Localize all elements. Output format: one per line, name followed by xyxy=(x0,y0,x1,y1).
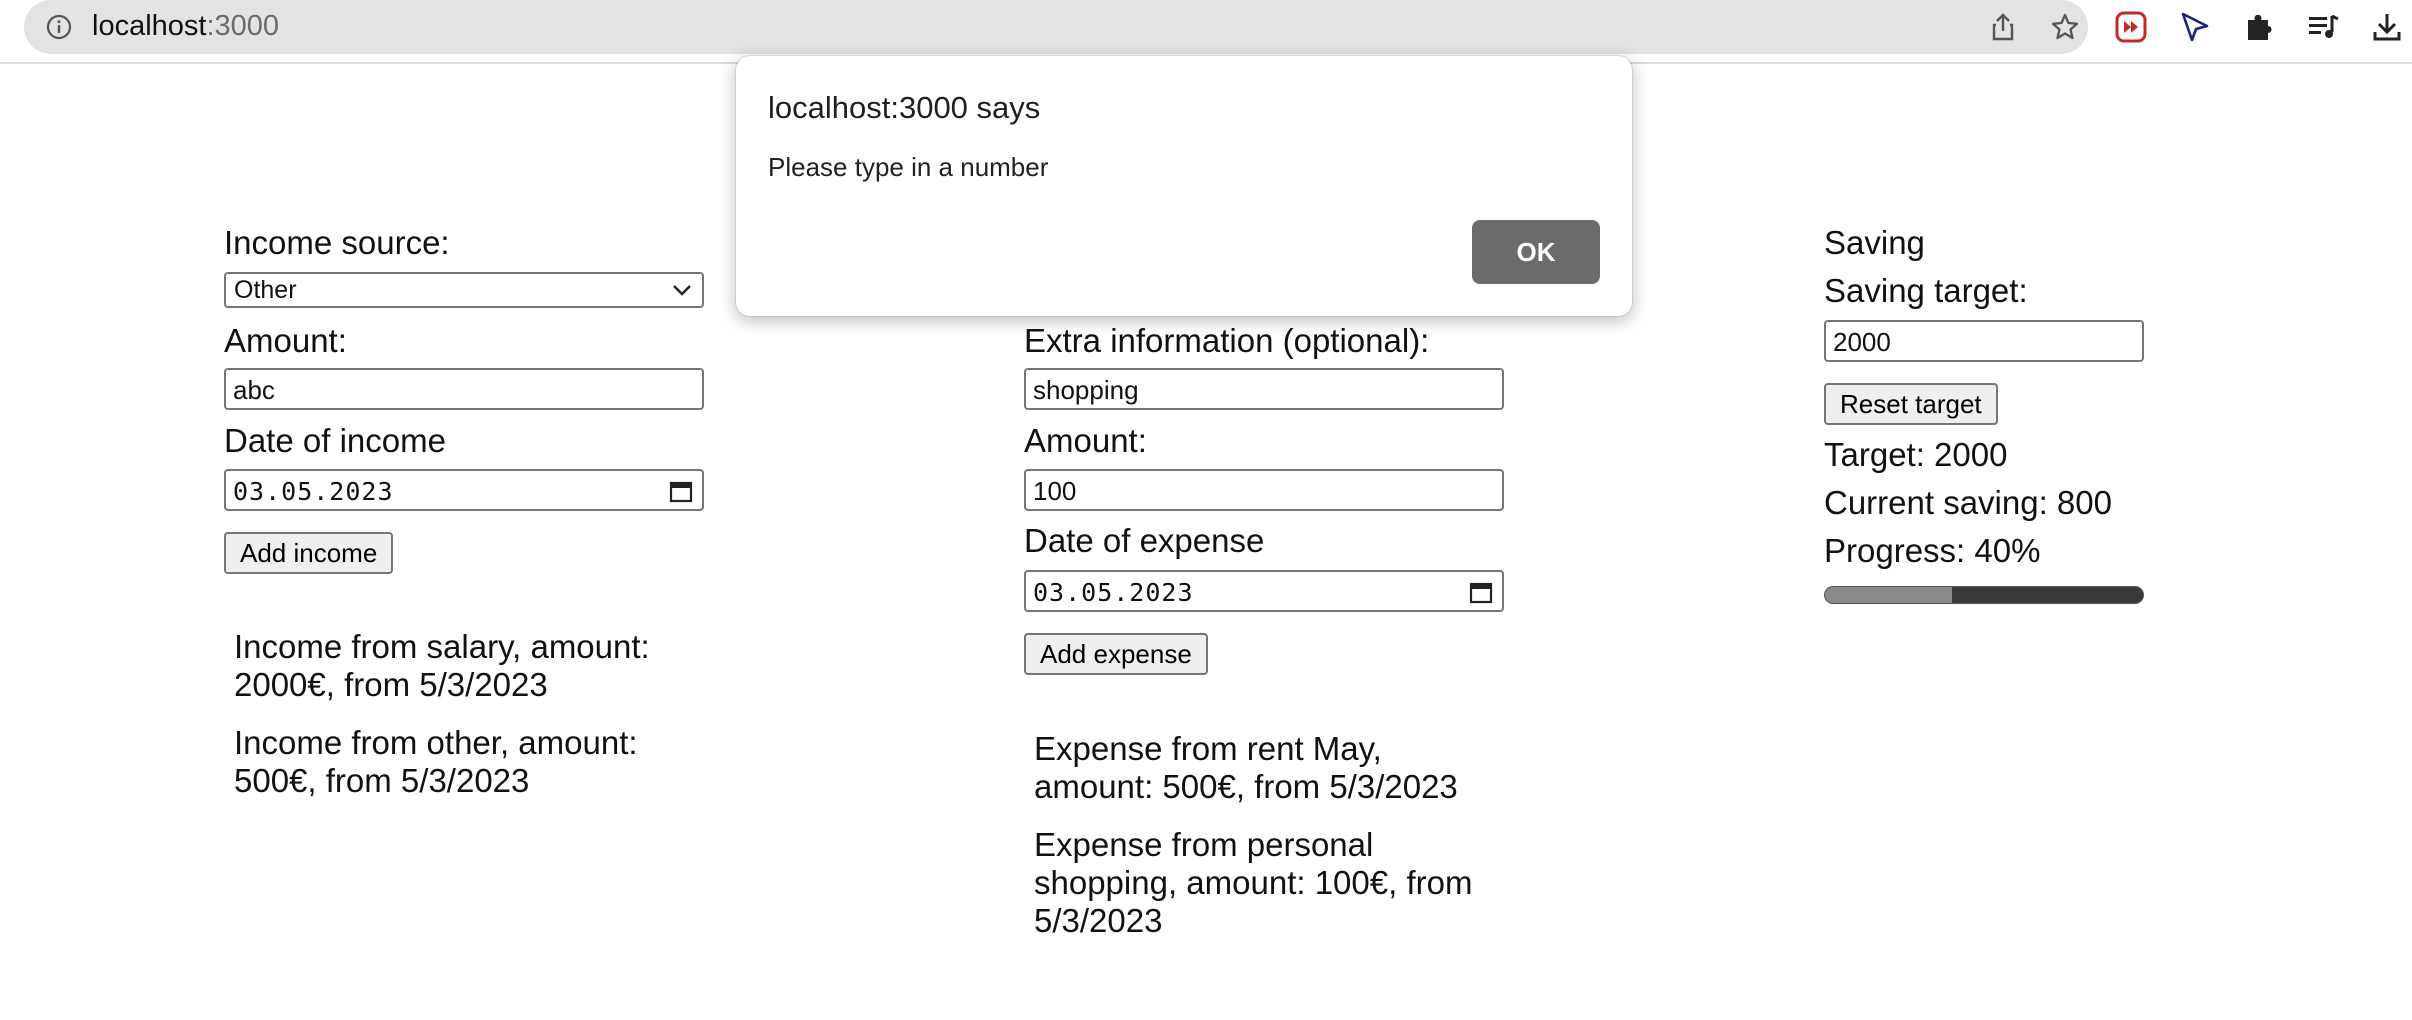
extension-red-icon[interactable] xyxy=(2114,10,2148,44)
calendar-icon[interactable] xyxy=(668,478,694,504)
income-entry-line2: 2000€, from 5/3/2023 xyxy=(234,666,548,703)
chevron-down-icon xyxy=(673,285,691,296)
url-port: :3000 xyxy=(206,10,280,42)
dialog-message: Please type in a number xyxy=(768,152,1049,182)
expense-entry-line1: Expense from rent May, xyxy=(1034,730,1382,767)
saving-target-value: 2000 xyxy=(1833,327,1891,357)
income-source-label: Income source: xyxy=(224,224,450,261)
url-host: localhost xyxy=(92,10,207,42)
saving-progress-fill xyxy=(1825,587,1953,603)
income-entry: Income from salary, amount: 2000€, from … xyxy=(234,628,650,704)
income-date-value: 03.05.2023 xyxy=(233,477,394,506)
progress-text: Progress: 40% xyxy=(1824,532,2041,569)
income-entry: Income from other, amount: 500€, from 5/… xyxy=(234,724,638,800)
saving-heading: Saving xyxy=(1824,224,1925,261)
income-entry-line1: Income from other, amount: xyxy=(234,724,638,761)
reset-target-button[interactable]: Reset target xyxy=(1824,383,1998,425)
expense-extra-input[interactable]: shopping xyxy=(1024,368,1504,410)
expense-date-label: Date of expense xyxy=(1024,522,1265,559)
expense-amount-value: 100 xyxy=(1033,476,1077,506)
address-bar[interactable]: localhost:3000 xyxy=(24,0,2088,54)
expense-entry-line2: shopping, amount: 100€, from xyxy=(1034,864,1473,901)
income-date-label: Date of income xyxy=(224,422,446,459)
expense-extra-label: Extra information (optional): xyxy=(1024,322,1430,359)
income-amount-input[interactable]: abc xyxy=(224,368,704,410)
expense-extra-value: shopping xyxy=(1033,375,1139,405)
expense-entry-line1: Expense from personal xyxy=(1034,826,1374,863)
dialog-title: localhost:3000 says xyxy=(768,90,1041,125)
url-text[interactable]: localhost:3000 xyxy=(92,10,279,43)
browser-toolbar: localhost:3000 xyxy=(0,0,2412,64)
calendar-icon[interactable] xyxy=(1468,579,1494,605)
puzzle-icon[interactable] xyxy=(2242,10,2276,44)
expense-amount-label: Amount: xyxy=(1024,422,1147,459)
expense-entry-line3: 5/3/2023 xyxy=(1034,902,1163,939)
share-icon[interactable] xyxy=(1988,12,2018,42)
add-expense-button[interactable]: Add expense xyxy=(1024,633,1208,675)
income-entry-line1: Income from salary, amount: xyxy=(234,628,650,665)
income-amount-label: Amount: xyxy=(224,322,347,359)
star-icon[interactable] xyxy=(2050,12,2080,42)
target-text: Target: 2000 xyxy=(1824,436,2008,473)
saving-progress-bar xyxy=(1824,586,2144,604)
info-icon[interactable] xyxy=(46,14,72,40)
ok-button[interactable]: OK xyxy=(1472,220,1600,284)
current-saving-text: Current saving: 800 xyxy=(1824,484,2112,521)
cursor-icon[interactable] xyxy=(2178,10,2212,44)
expense-date-value: 03.05.2023 xyxy=(1033,578,1194,607)
playlist-icon[interactable] xyxy=(2306,10,2340,44)
saving-target-label: Saving target: xyxy=(1824,272,2028,309)
expense-entry: Expense from rent May, amount: 500€, fro… xyxy=(1034,730,1458,806)
alert-dialog: localhost:3000 says Please type in a num… xyxy=(736,56,1632,316)
expense-date-input[interactable]: 03.05.2023 xyxy=(1024,570,1504,612)
download-icon[interactable] xyxy=(2370,10,2404,44)
income-entry-line2: 500€, from 5/3/2023 xyxy=(234,762,530,799)
add-income-button[interactable]: Add income xyxy=(224,532,394,574)
income-amount-value: abc xyxy=(233,375,275,405)
expense-entry-line2: amount: 500€, from 5/3/2023 xyxy=(1034,768,1458,805)
saving-target-input[interactable]: 2000 xyxy=(1824,320,2144,362)
expense-amount-input[interactable]: 100 xyxy=(1024,469,1504,511)
income-source-value: Other xyxy=(234,276,297,304)
income-source-select[interactable]: Other xyxy=(224,272,704,308)
expense-entry: Expense from personal shopping, amount: … xyxy=(1034,826,1472,940)
income-date-input[interactable]: 03.05.2023 xyxy=(224,469,704,511)
